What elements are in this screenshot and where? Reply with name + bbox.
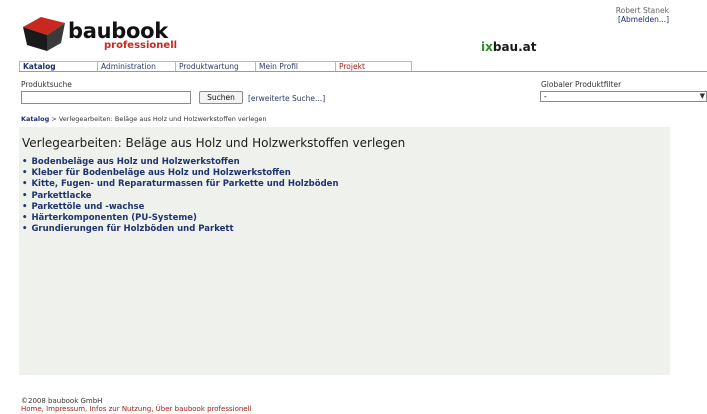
partner-logo[interactable]: ixbau.at: [481, 40, 536, 54]
footer-links[interactable]: Home, Impressum, Infos zur Nutzung, Über…: [21, 405, 251, 413]
category-link[interactable]: Parkettöle und -wachse: [22, 202, 339, 213]
user-name: Robert Stanek: [615, 6, 669, 15]
category-link[interactable]: Bodenbeläge aus Holz und Holzwerkstoffen: [22, 157, 339, 168]
chevron-down-icon[interactable]: ▼: [700, 92, 705, 101]
tab-projekt[interactable]: Projekt: [336, 61, 412, 71]
product-filter-select[interactable]: - ▼: [540, 91, 707, 102]
search-label: Produktsuche: [21, 80, 72, 89]
category-link[interactable]: Parkettlacke: [22, 191, 339, 202]
search-button[interactable]: Suchen: [199, 91, 243, 104]
partner-logo-prefix: ix: [481, 40, 493, 54]
logo-subtitle: professionell: [104, 40, 178, 51]
tab-katalog[interactable]: Katalog: [19, 61, 98, 71]
user-box: Robert Stanek [Abmelden...]: [616, 6, 669, 24]
category-link[interactable]: Härterkomponenten (PU-Systeme): [22, 213, 339, 224]
logo-icon[interactable]: [19, 13, 75, 53]
breadcrumb-separator: >: [49, 115, 59, 123]
tab-administration[interactable]: Administration: [98, 61, 176, 71]
advanced-search-link[interactable]: [erweiterte Suche...]: [248, 94, 325, 103]
category-list: Bodenbeläge aus Holz und Holzwerkstoffen…: [22, 157, 339, 235]
breadcrumb-current: Verlegearbeiten: Beläge aus Holz und Hol…: [58, 115, 267, 123]
breadcrumb: Katalog > Verlegearbeiten: Beläge aus Ho…: [21, 115, 266, 124]
tab-mein-profil[interactable]: Mein Profil: [256, 61, 336, 71]
breadcrumb-root[interactable]: Katalog: [21, 115, 49, 123]
product-filter-value: -: [544, 92, 547, 101]
product-filter-label: Globaler Produktfilter: [541, 80, 622, 89]
page-title: Verlegearbeiten: Beläge aus Holz und Hol…: [22, 136, 406, 150]
category-link[interactable]: Kitte, Fugen- und Reparaturmassen für Pa…: [22, 179, 338, 190]
footer-copyright: ©2008 baubook GmbH: [21, 397, 103, 405]
tab-divider: [19, 71, 707, 72]
category-link[interactable]: Kleber für Bodenbeläge aus Holz und Holz…: [22, 168, 339, 179]
logout-link[interactable]: [Abmelden...]: [616, 15, 669, 24]
logo-name: baubook: [68, 19, 168, 43]
partner-logo-suffix: bau.at: [492, 40, 537, 54]
tab-produktwartung[interactable]: Produktwartung: [176, 61, 256, 71]
category-link[interactable]: Grundierungen für Holzböden und Parkett: [22, 224, 339, 235]
search-input[interactable]: [21, 91, 191, 104]
